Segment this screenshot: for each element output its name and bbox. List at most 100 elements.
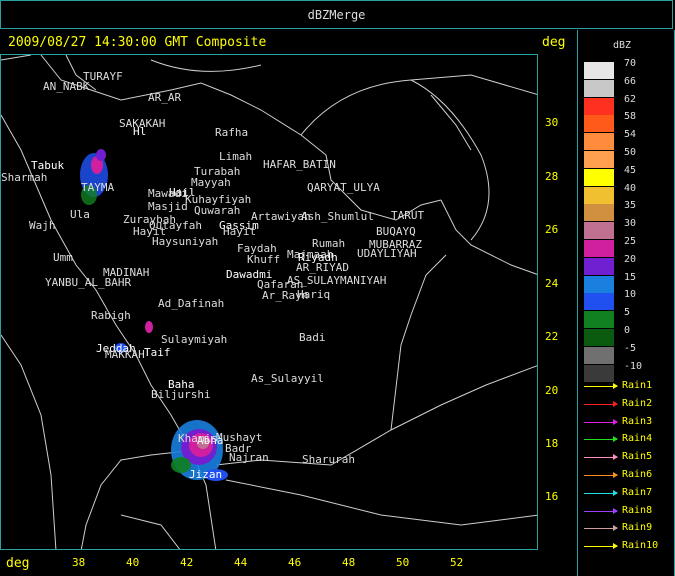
rain-legend-label: Rain4 [622, 433, 653, 445]
rain-legend-label: Rain3 [622, 415, 653, 427]
city-label: HAFAR_BATIN [263, 158, 336, 171]
rain-legend-label: Rain9 [622, 522, 653, 534]
dbz-swatch [584, 133, 614, 151]
dbz-label: 54 [624, 129, 637, 141]
city-label: YANBU_AL_BAHR [45, 276, 132, 289]
dbz-label: 10 [624, 289, 637, 301]
lon-tick: 44 [234, 556, 248, 569]
rain-legend-label: Rain2 [622, 397, 653, 409]
city-label: Ula [70, 208, 90, 221]
lon-tick: 52 [450, 556, 464, 569]
city-label: Hariq [297, 288, 331, 301]
unit-label-top: deg [542, 35, 566, 50]
dbz-label: 62 [624, 93, 637, 105]
lat-tick: 18 [545, 437, 559, 450]
rain-legend-item[interactable]: Rain5 [584, 451, 672, 465]
rain-legend-item[interactable]: Rain4 [584, 433, 672, 447]
city-label: TAYMA [81, 181, 115, 194]
arrow-icon [584, 472, 618, 478]
dbz-label: -5 [624, 342, 637, 354]
rain-legend-label: Rain10 [622, 540, 659, 552]
city-label: Hl [133, 125, 147, 138]
rain-legend-label: Rain5 [622, 451, 653, 463]
lat-tick: 22 [545, 330, 559, 343]
dbz-swatch [584, 240, 614, 257]
city-label: Biljurshi [151, 388, 211, 401]
lon-tick: 42 [180, 556, 194, 569]
city-label: Taif [144, 346, 171, 359]
city-label: Mawadi [148, 187, 188, 200]
city-label: As_Sulayyil [251, 372, 324, 385]
legend-title: dBZ [613, 40, 632, 51]
radar-map[interactable]: TURAYF AN_NABK AR_AR SAKAKAH Hl Rafha Ta… [0, 54, 538, 550]
lat-tick: 24 [545, 277, 559, 290]
map-subtitle: 2009/08/27 14:30:00 GMT Composite [8, 35, 267, 50]
dbz-swatch [584, 97, 614, 115]
city-label: Najran [229, 451, 269, 464]
lat-tick: 28 [545, 170, 559, 183]
rain-legend-item[interactable]: Rain7 [584, 487, 672, 501]
arrow-icon [584, 543, 618, 550]
dbz-swatch [584, 311, 614, 329]
city-label: Khamis [178, 432, 218, 445]
city-label: Sharmah [1, 171, 48, 184]
lon-tick: 46 [288, 556, 302, 569]
rain-legend-item[interactable]: Rain6 [584, 469, 672, 483]
rain-legend-item[interactable]: Rain3 [584, 416, 672, 430]
arrow-icon [584, 489, 618, 496]
window-title: dBZMerge [0, 0, 673, 29]
arrow-icon [584, 400, 618, 407]
dbz-label: 70 [624, 58, 637, 69]
arrow-icon [584, 454, 618, 461]
city-label: Rafha [215, 126, 249, 139]
arrow-icon [584, 507, 618, 514]
lon-tick: 40 [126, 556, 140, 569]
city-label: Rabigh [91, 309, 131, 322]
city-label: Ad_Dafinah [158, 297, 225, 310]
radar-echoes [80, 149, 228, 481]
dbz-label: 30 [624, 218, 637, 230]
city-label: AR_AR [148, 91, 182, 104]
dbz-label: 50 [624, 147, 637, 158]
city-label: Sulaymiyah [161, 333, 228, 346]
rain-legend-item[interactable]: Rain8 [584, 505, 672, 519]
city-label: Sharurah [302, 453, 355, 466]
lat-tick: 30 [545, 116, 559, 129]
city-label: Wajh [29, 219, 56, 232]
rain-legend-label: Rain7 [622, 486, 653, 498]
dbz-swatch [584, 62, 614, 79]
arrow-icon [584, 383, 618, 389]
lat-tick: 20 [545, 384, 559, 397]
city-label: Umm [53, 251, 73, 264]
dbz-label: 40 [624, 182, 637, 194]
lon-tick: 38 [72, 556, 86, 569]
city-label: Khuff [247, 253, 281, 266]
rain-legend-item[interactable]: Rain10 [584, 540, 672, 554]
city-label: Masjid [148, 200, 188, 213]
dbz-swatch [584, 151, 614, 168]
dbz-label: 25 [624, 236, 637, 247]
unit-label-bottom: deg [6, 556, 30, 571]
dbz-label: 5 [624, 307, 631, 319]
lat-tick: 26 [545, 223, 559, 236]
city-label: Mayyah [191, 176, 231, 189]
city-label: Limah [219, 150, 253, 163]
arrow-icon [584, 525, 618, 532]
dbz-swatch [584, 168, 614, 186]
rain-legend-item[interactable]: Rain9 [584, 522, 672, 536]
dbz-swatch [584, 293, 614, 311]
dbz-swatch [584, 115, 614, 133]
city-label: AR_RIYAD [296, 261, 349, 274]
dbz-label: -10 [624, 360, 643, 372]
dbz-swatch [584, 186, 614, 204]
rain-legend-label: Rain8 [622, 504, 653, 516]
city-label: Jizan [189, 468, 223, 481]
rain-legend-item[interactable]: Rain1 [584, 380, 672, 394]
dbz-swatch [584, 275, 614, 293]
city-label: QARYAT_ULYA [307, 181, 380, 194]
rain-legend-item[interactable]: Rain2 [584, 398, 672, 412]
city-label: UDAYLIYAH [357, 247, 417, 260]
dbz-swatch [584, 329, 614, 346]
city-label: Quwarah [194, 204, 241, 217]
dbz-label: 20 [624, 253, 637, 265]
